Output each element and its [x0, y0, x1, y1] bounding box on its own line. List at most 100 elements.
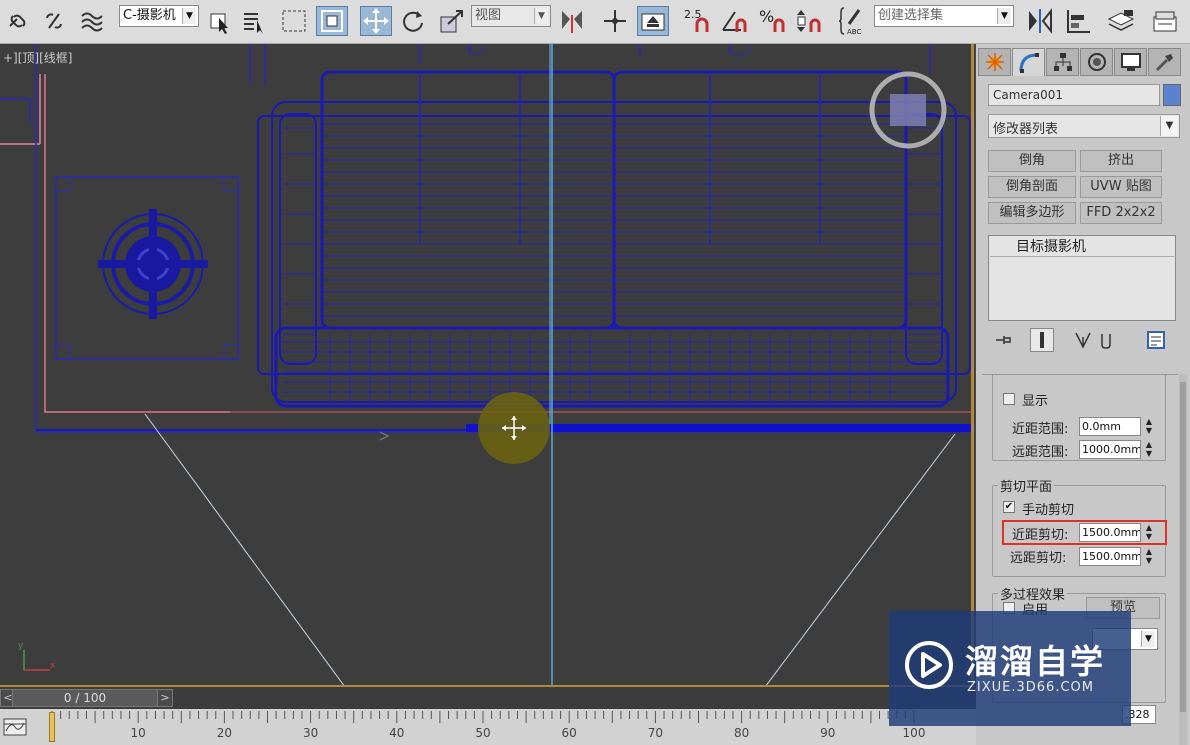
tab-motion[interactable] — [1080, 48, 1113, 76]
chevron-down-icon: ▼ — [1160, 116, 1178, 136]
remove-modifier-icon[interactable] — [1094, 328, 1118, 352]
modifier-stack: 目标摄影机 — [988, 235, 1176, 321]
named-selection-dropdown[interactable]: 创建选择集 ▼ — [874, 5, 1014, 27]
track-bar[interactable]: 0102030405060708090100 — [0, 709, 976, 745]
snaps-toggle-icon[interactable]: 2.5 — [680, 6, 714, 36]
window-crossing-icon[interactable] — [316, 6, 348, 36]
current-frame-marker[interactable] — [49, 712, 55, 742]
modifier-button-edit-poly[interactable]: 编辑多边形 — [988, 202, 1076, 224]
near-range-spinner[interactable]: ▲ ▼ — [1143, 417, 1155, 436]
spinner-snap-icon[interactable] — [794, 6, 826, 36]
clipping-planes-title: 剪切平面 — [998, 476, 1055, 495]
tab-display[interactable] — [1114, 48, 1147, 76]
svg-text:y: y — [18, 641, 24, 651]
tick-label: 50 — [475, 726, 491, 740]
viewport-label[interactable]: +][顶][线框] — [3, 49, 72, 66]
tab-hierarchy[interactable] — [1046, 48, 1079, 76]
near-range-input[interactable]: 0.0mm — [1079, 417, 1141, 436]
select-object-icon[interactable] — [206, 6, 234, 36]
near-clip-highlight — [1002, 520, 1167, 545]
hierarchy-icon — [1053, 53, 1072, 71]
show-ranges-checkbox[interactable] — [1003, 393, 1015, 405]
modifier-button-extrude[interactable]: 挤出 — [1080, 150, 1162, 172]
pin-stack-icon[interactable] — [992, 328, 1016, 352]
manual-clip-checkbox[interactable]: ✔ — [1003, 501, 1015, 513]
stack-item-target-camera[interactable]: 目标摄影机 — [990, 237, 1174, 257]
selection-filter-value: C-摄影机 — [123, 8, 176, 23]
scene-explorer-icon[interactable] — [1148, 6, 1182, 36]
layer-manager-icon[interactable] — [1104, 6, 1138, 36]
mirror-icon[interactable] — [1024, 6, 1056, 36]
show-end-result-icon[interactable] — [1030, 328, 1054, 352]
tick-label: 100 — [902, 726, 926, 740]
edit-named-selection-icon[interactable]: ABC — [838, 6, 868, 36]
watermark-subtitle: ZIXUE.3D66.COM — [967, 680, 1094, 695]
time-slider[interactable]: 0 / 100 — [12, 689, 158, 707]
far-range-spinner[interactable]: ▲ ▼ — [1143, 440, 1155, 459]
select-manipulate-icon[interactable] — [600, 6, 630, 36]
time-slider-bar: < 0 / 100 > — [0, 687, 976, 709]
rectangular-selection-icon[interactable] — [278, 6, 310, 36]
tab-utilities[interactable] — [1148, 48, 1181, 76]
unlink-icon[interactable] — [40, 6, 68, 36]
make-unique-icon[interactable] — [1072, 328, 1096, 352]
tick-label: 20 — [216, 726, 233, 740]
time-next-button[interactable]: > — [157, 689, 173, 707]
percent-snap-icon[interactable]: % — [756, 6, 790, 36]
percent-text: % — [759, 7, 774, 26]
curve-editor-icon[interactable] — [3, 715, 27, 739]
reference-coordinate-dropdown[interactable]: 视图 ▼ — [471, 5, 551, 27]
top-viewport[interactable]: y x +][顶][线框] — [0, 44, 974, 687]
play-logo-icon — [905, 641, 953, 689]
angle-snap-icon[interactable] — [718, 6, 752, 36]
object-color-swatch[interactable] — [1163, 84, 1181, 106]
chevron-down-icon: ▼ — [182, 8, 196, 24]
show-ranges-label: 显示 — [1022, 394, 1049, 409]
align-icon[interactable] — [1062, 6, 1094, 36]
rotate-icon[interactable] — [398, 6, 428, 36]
tick-label: 10 — [130, 726, 146, 740]
modifier-button-bevel-profile[interactable]: 倒角剖面 — [988, 176, 1076, 198]
tab-create[interactable] — [978, 48, 1011, 76]
keyboard-shortcut-override-icon[interactable] — [637, 6, 669, 36]
utilities-icon — [1155, 54, 1173, 72]
motion-icon — [1087, 53, 1106, 71]
modifier-button-bevel[interactable]: 倒角 — [988, 150, 1076, 172]
tick-label: 60 — [561, 726, 577, 740]
selection-filter-dropdown[interactable]: C-摄影机 ▼ — [119, 5, 199, 27]
tick-label: 40 — [389, 726, 405, 740]
tab-modify[interactable] — [1012, 48, 1045, 76]
panel-scrollbar-thumb[interactable] — [1180, 382, 1186, 712]
tick-label: 90 — [820, 726, 836, 740]
object-name-field[interactable]: Camera001 — [988, 84, 1160, 106]
scale-icon[interactable] — [436, 6, 468, 36]
panel-scrollbar[interactable] — [1179, 374, 1187, 745]
near-range-label: 近距范围: — [1012, 422, 1069, 437]
configure-modifier-sets-icon[interactable] — [1144, 328, 1168, 352]
modifier-button-ffd[interactable]: FFD 2x2x2 — [1080, 202, 1162, 224]
timeline-ruler[interactable]: 0102030405060708090100 — [50, 709, 935, 745]
link-icon[interactable] — [4, 6, 32, 36]
modify-icon — [1019, 52, 1039, 73]
move-icon[interactable] — [360, 6, 392, 36]
tick-label: 30 — [302, 726, 319, 740]
ruler-ticks — [51, 711, 915, 723]
pivot-center-icon[interactable] — [556, 6, 588, 36]
watermark: 溜溜自学 ZIXUE.3D66.COM — [889, 611, 1131, 726]
named-selection-value: 创建选择集 — [878, 8, 944, 23]
create-icon — [985, 53, 1004, 71]
far-clip-input[interactable]: 1500.0mm — [1079, 547, 1141, 566]
tick-label: 70 — [647, 726, 664, 740]
far-clip-label: 远距剪切: — [1010, 551, 1067, 566]
select-by-name-icon[interactable] — [240, 6, 270, 36]
chevron-down-icon: ▼ — [1141, 631, 1155, 647]
watermark-title: 溜溜自学 — [965, 642, 1105, 681]
viewport-wireframe: y x — [0, 44, 971, 685]
modifier-list-dropdown[interactable]: 修改器列表 ▼ — [988, 114, 1180, 138]
far-range-input[interactable]: 1000.0mm — [1079, 440, 1141, 459]
chevron-down-icon: ▼ — [534, 8, 548, 24]
display-icon — [1120, 53, 1141, 71]
modifier-button-uvw-map[interactable]: UVW 贴图 — [1080, 176, 1162, 198]
bind-spacewarp-icon[interactable] — [78, 6, 108, 36]
far-clip-spinner[interactable]: ▲ ▼ — [1143, 547, 1155, 566]
